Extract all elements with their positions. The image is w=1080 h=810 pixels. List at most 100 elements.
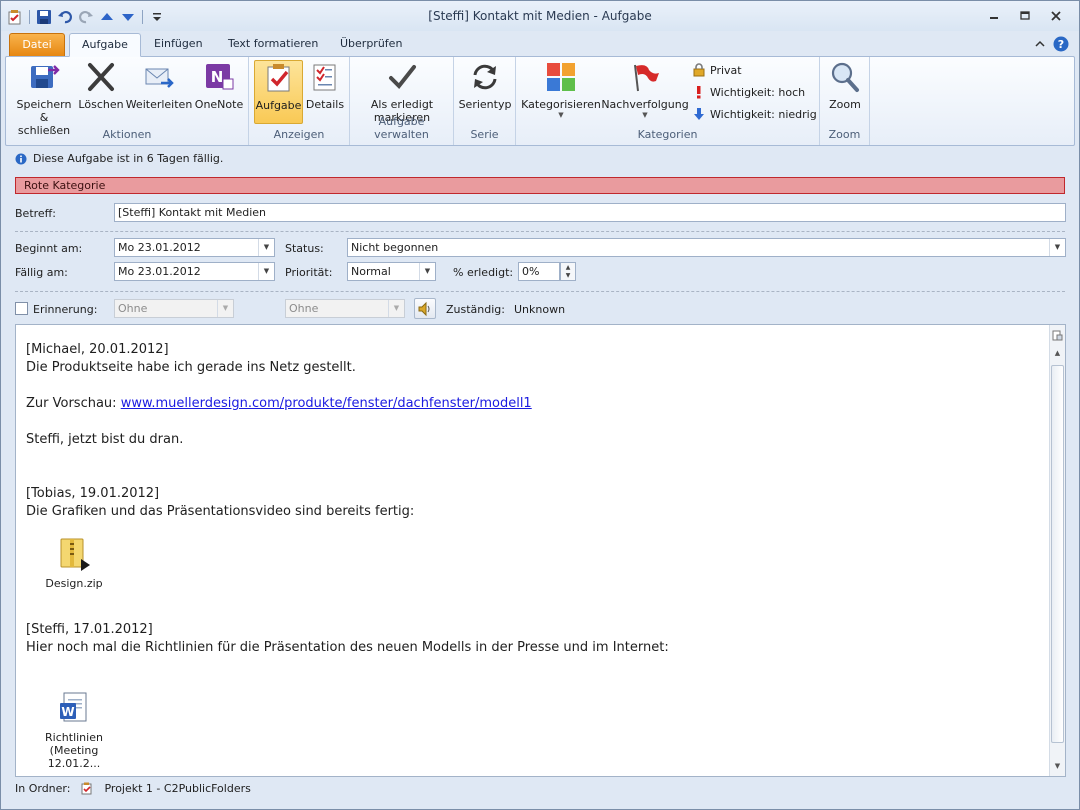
importance-low-label: Wichtigkeit: niedrig [710,107,817,121]
details-button[interactable]: Details [305,60,345,111]
body-content: [Michael, 20.01.2012] Die Produktseite h… [26,341,1036,521]
priority-select[interactable]: Normal ▼ [347,262,436,281]
help-icon[interactable]: ? [1053,36,1069,55]
reminder-sound-button[interactable] [414,298,436,319]
body-header-tobias: [Tobias, 19.01.2012] [26,486,160,501]
group-show-label: Anzeigen [273,128,325,141]
attachment-guidelines-label-1: Richtlinien [45,731,103,744]
percent-stepper[interactable]: ▲ ▼ [560,262,576,281]
tab-review[interactable]: Überprüfen [328,33,414,57]
scroll-down-icon[interactable]: ▼ [1050,758,1065,774]
start-date-value: Mo 23.01.2012 [118,241,201,254]
status-bar: In Ordner: Projekt 1 - C2PublicFolders [15,781,251,795]
chevron-down-icon[interactable]: ▼ [419,263,435,280]
save-close-label-1: Speichern [16,98,72,111]
onenote-label: OneNote [194,98,244,111]
delete-label: Löschen [78,98,124,111]
spin-down-icon[interactable]: ▼ [561,272,575,281]
zoom-label: Zoom [829,98,861,111]
chevron-down-icon[interactable]: ▼ [388,300,404,317]
body-header-steffi: [Steffi, 17.01.2012] [26,622,153,637]
due-message: Diese Aufgabe ist in 6 Tagen fällig. [33,152,224,165]
tab-insert[interactable]: Einfügen [142,33,215,57]
subject-label: Betreff: [15,207,56,220]
tab-format-text[interactable]: Text formatieren [216,33,330,57]
chevron-down-icon[interactable]: ▼ [258,239,274,256]
chevron-down-icon[interactable]: ▼ [258,263,274,280]
categorize-label: Kategorisieren [521,98,601,111]
preview-line: Zur Vorschau: www.muellerdesign.com/prod… [26,395,1036,413]
word-document-icon: W [60,692,87,722]
close-icon[interactable] [1040,5,1071,27]
reminder-date-value: Ohne [118,302,148,315]
zip-folder-icon [60,538,90,571]
recurrence-button[interactable]: Serientyp [458,60,512,111]
chevron-down-icon[interactable]: ▼ [1049,239,1065,256]
show-task-button[interactable]: Aufgabe [254,60,303,124]
info-icon [15,153,27,164]
due-label: Fällig am: [15,266,68,279]
start-date-field[interactable]: Mo 23.01.2012 ▼ [114,238,275,257]
preview-link[interactable]: www.muellerdesign.com/produkte/fenster/d… [121,396,532,411]
separator-dashed [15,291,1065,292]
minimize-icon[interactable] [978,5,1009,27]
tab-task[interactable]: Aufgabe [69,33,141,57]
window-title: [Steffi] Kontakt mit Medien - Aufgabe [428,9,652,23]
attachment-guidelines-label-2: (Meeting 12.01.2... [47,744,101,770]
spin-up-icon[interactable]: ▲ [561,263,575,272]
priority-value: Normal [351,265,391,278]
svg-text:N: N [211,68,224,86]
private-button[interactable]: Privat [692,63,742,77]
priority-label: Priorität: [285,266,333,279]
due-date-field[interactable]: Mo 23.01.2012 ▼ [114,262,275,281]
save-close-button[interactable]: Speichern & schließen [12,60,76,137]
follow-up-button[interactable]: Nachverfolgung ▼ [601,60,689,119]
group-series: Serientyp Serie [454,57,516,145]
group-show: Aufgabe Details Anzeigen [249,57,350,145]
task-body[interactable]: [Michael, 20.01.2012] Die Produktseite h… [15,324,1066,777]
group-categories: Kategorisieren ▼ Nachverfolgung ▼ Privat… [516,57,820,145]
task-icon [262,61,296,95]
reminder-time-select[interactable]: Ohne ▼ [285,299,405,318]
reminder-date-select[interactable]: Ohne ▼ [114,299,234,318]
ribbon-collapse-icon[interactable] [1035,39,1045,52]
body-scrollbar[interactable]: ▲ ▼ [1049,325,1065,776]
attachment-design-zip[interactable]: Design.zip [42,535,106,590]
speaker-icon [418,301,430,316]
maximize-icon[interactable] [1009,5,1040,27]
attachment-design-label: Design.zip [45,577,103,590]
mark-complete-label-1: Als erledigt [370,98,434,111]
reminder-checkbox[interactable] [15,302,28,315]
private-label: Privat [710,63,742,77]
page-settings-icon[interactable] [1050,327,1065,343]
status-select[interactable]: Nicht begonnen ▼ [347,238,1066,257]
importance-high-label: Wichtigkeit: hoch [710,85,806,99]
preview-label: Zur Vorschau: [26,396,121,411]
group-manage-task-label: Aufgabe verwalten [374,115,429,141]
details-label: Details [305,98,345,111]
forward-button[interactable]: Weiterleiten [126,60,192,111]
chevron-down-icon[interactable]: ▼ [217,300,233,317]
tab-file[interactable]: Datei [9,33,65,57]
importance-high-button[interactable]: Wichtigkeit: hoch [692,85,805,99]
attachment-guidelines[interactable]: W Richtlinien (Meeting 12.01.2... [24,691,124,770]
categorize-icon [544,60,578,94]
onenote-button[interactable]: N OneNote [194,60,244,111]
folder-label: In Ordner: [15,781,71,795]
scroll-thumb[interactable] [1051,365,1064,743]
categorize-button[interactable]: Kategorisieren ▼ [521,60,601,119]
due-date-value: Mo 23.01.2012 [118,265,201,278]
importance-low-button[interactable]: Wichtigkeit: niedrig [692,107,817,121]
title-bar: [Steffi] Kontakt mit Medien - Aufgabe [1,1,1079,31]
zoom-button[interactable]: Zoom [824,60,866,111]
reminder-time-value: Ohne [289,302,319,315]
percent-field[interactable]: 0% [518,262,560,281]
owner-value: Unknown [514,303,566,316]
percent-label: % erledigt: [453,266,514,279]
scroll-up-icon[interactable]: ▲ [1050,345,1065,361]
delete-icon [84,60,118,94]
delete-button[interactable]: Löschen [78,60,124,111]
body-text: Die Grafiken und das Präsentationsvideo … [26,504,415,519]
subject-field[interactable]: [Steffi] Kontakt mit Medien [114,203,1066,222]
info-bar: Diese Aufgabe ist in 6 Tagen fällig. [15,152,223,165]
